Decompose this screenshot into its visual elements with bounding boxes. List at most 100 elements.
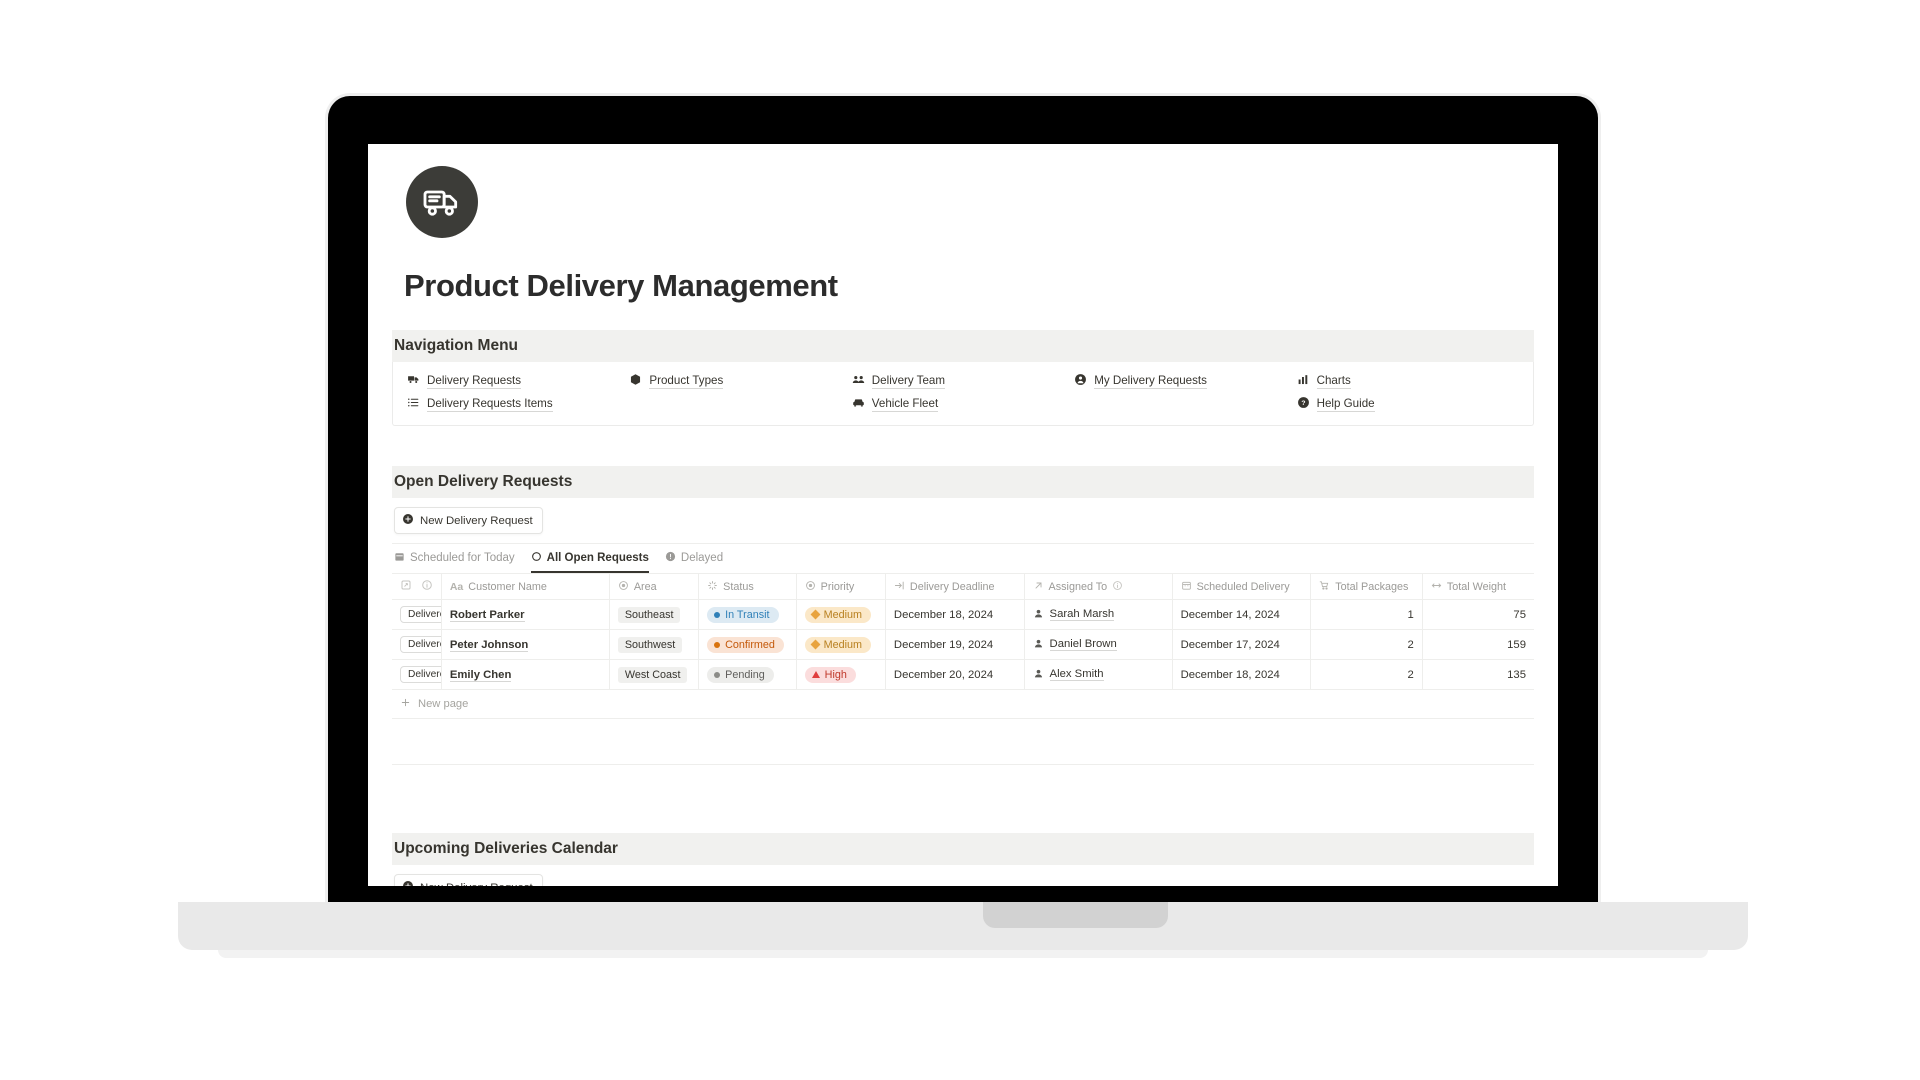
nav-item-help-guide[interactable]: ? Help Guide	[1297, 395, 1519, 413]
column-label: Assigned To	[1048, 580, 1108, 593]
tab-label: All Open Requests	[546, 552, 649, 564]
nav-item-label: Help Guide	[1316, 397, 1375, 412]
cell-assigned-to[interactable]: Daniel Brown	[1024, 629, 1173, 660]
nav-item-charts[interactable]: Charts	[1297, 372, 1519, 390]
column-header-area[interactable]: Area	[609, 574, 700, 600]
table-header-row: Aa Customer Name Area Status Priority De…	[392, 574, 1534, 600]
nav-item-my-delivery-requests[interactable]: My Delivery Requests	[1074, 372, 1296, 390]
column-label: Area	[633, 580, 657, 593]
nav-item-label: Delivery Requests	[427, 374, 522, 389]
nav-item-delivery-requests-items[interactable]: Delivery Requests Items	[407, 395, 629, 413]
column-label: Priority	[820, 580, 855, 593]
column-header-scheduled-delivery[interactable]: Scheduled Delivery	[1172, 574, 1312, 600]
column-header-priority[interactable]: Priority	[796, 574, 886, 600]
priority-diamond-icon	[810, 639, 821, 650]
arrows-horizontal-icon	[1431, 580, 1442, 594]
table-row[interactable]: Delivered Emily Chen West Coast	[392, 659, 1534, 690]
cell-status: Confirmed	[698, 629, 797, 660]
column-header-assigned-to[interactable]: Assigned To	[1024, 574, 1173, 600]
calendar-new-delivery-request-label: New Delivery Request	[420, 882, 533, 887]
calendar-new-delivery-request-button[interactable]: New Delivery Request	[394, 874, 543, 886]
cell-customer-name[interactable]: Robert Parker	[441, 599, 610, 630]
laptop-base	[178, 902, 1748, 950]
nav-item-vehicle-fleet[interactable]: Vehicle Fleet	[852, 395, 1074, 413]
nav-item-delivery-requests[interactable]: Delivery Requests	[407, 372, 629, 390]
nav-item-label: Vehicle Fleet	[871, 397, 939, 412]
nav-column-3: Delivery Team Vehicle Fleet	[852, 372, 1074, 413]
column-header-total-weight[interactable]: Total Weight	[1422, 574, 1534, 600]
car-icon	[852, 396, 865, 412]
delivery-requests-table: Aa Customer Name Area Status Priority De…	[392, 574, 1534, 690]
status-dot	[714, 611, 721, 618]
column-header-status[interactable]: Status	[698, 574, 797, 600]
cell-total-packages: 2	[1310, 659, 1423, 690]
total-packages-value: 2	[1407, 668, 1414, 681]
customer-name-link[interactable]: Peter Johnson	[449, 638, 529, 652]
cell-assigned-to[interactable]: Alex Smith	[1024, 659, 1173, 690]
cell-total-weight: 75	[1422, 599, 1534, 630]
cell-customer-name[interactable]: Emily Chen	[441, 659, 610, 690]
nav-item-label: Delivery Requests Items	[427, 397, 553, 412]
column-header-customer-name[interactable]: Aa Customer Name	[441, 574, 610, 600]
calendar-icon	[394, 551, 405, 565]
nav-item-delivery-team[interactable]: Delivery Team	[852, 372, 1074, 390]
tab-scheduled-for-today[interactable]: Scheduled for Today	[394, 551, 515, 573]
open-requests-toolbar: New Delivery Request	[392, 498, 1534, 544]
select-icon	[618, 580, 629, 594]
cell-area: West Coast	[609, 659, 700, 690]
total-weight-value: 135	[1507, 668, 1526, 681]
status-badge: Delivered	[400, 606, 441, 623]
nav-item-product-types[interactable]: Product Types	[629, 372, 851, 390]
customer-name-link[interactable]: Robert Parker	[449, 608, 525, 622]
select-icon	[805, 580, 816, 594]
column-header-total-packages[interactable]: Total Packages	[1310, 574, 1423, 600]
laptop-trackpad-notch	[983, 902, 1168, 928]
new-delivery-request-button[interactable]: New Delivery Request	[394, 507, 543, 534]
priority-label: High	[824, 668, 847, 681]
open-requests-view-tabs: Scheduled for Today All Open Requests De…	[392, 544, 1534, 574]
page-icon	[400, 579, 412, 594]
table-row[interactable]: Delivered Peter Johnson Southwest	[392, 629, 1534, 660]
priority-pill: High	[804, 666, 856, 683]
column-header-row-icons[interactable]	[392, 574, 442, 600]
person-circle-icon	[1074, 373, 1087, 389]
nav-column-1: Delivery Requests Delivery Requests Item…	[407, 372, 629, 413]
priority-label: Medium	[823, 638, 863, 651]
cell-assigned-to[interactable]: Sarah Marsh	[1024, 599, 1173, 630]
table-row[interactable]: Delivered Robert Parker Southeast	[392, 599, 1534, 630]
total-weight-value: 75	[1513, 608, 1526, 621]
assignee-name: Daniel Brown	[1049, 638, 1117, 651]
column-header-delivery-deadline[interactable]: Delivery Deadline	[885, 574, 1025, 600]
column-label: Total Weight	[1446, 580, 1507, 593]
nav-item-label: Charts	[1316, 374, 1351, 389]
circle-icon	[531, 551, 542, 565]
info-icon	[1112, 580, 1123, 594]
cell-delivery-deadline: December 20, 2024	[885, 659, 1025, 690]
arrow-up-right-icon	[1033, 580, 1044, 594]
alert-icon	[665, 551, 676, 565]
nav-column-2: Product Types	[629, 372, 851, 413]
cell-customer-name[interactable]: Peter Johnson	[441, 629, 610, 660]
screenshot-stage: Product Delivery Management Navigation M…	[0, 0, 1920, 1080]
tab-delayed[interactable]: Delayed	[665, 551, 723, 573]
status-label: In Transit	[725, 608, 770, 621]
arrow-to-line-icon	[894, 580, 905, 594]
svg-text:?: ?	[1301, 400, 1305, 407]
section-header-navigation: Navigation Menu	[392, 330, 1534, 362]
new-page-row[interactable]: New page	[392, 690, 1534, 719]
column-label: Delivery Deadline	[909, 580, 995, 593]
priority-pill: Medium	[804, 636, 872, 653]
new-page-label: New page	[418, 698, 469, 710]
priority-label: Medium	[823, 608, 863, 621]
cell-total-packages: 2	[1310, 629, 1423, 660]
laptop-screen: Product Delivery Management Navigation M…	[368, 144, 1558, 886]
new-delivery-request-label: New Delivery Request	[420, 514, 533, 527]
tab-all-open-requests[interactable]: All Open Requests	[530, 551, 649, 573]
box-icon	[629, 373, 642, 389]
total-packages-value: 2	[1407, 638, 1414, 651]
section-header-upcoming-deliveries-calendar: Upcoming Deliveries Calendar	[392, 833, 1534, 865]
page-title: Product Delivery Management	[404, 268, 838, 303]
cart-icon	[1319, 580, 1330, 594]
cell-priority: High	[796, 659, 886, 690]
customer-name-link[interactable]: Emily Chen	[449, 668, 512, 682]
